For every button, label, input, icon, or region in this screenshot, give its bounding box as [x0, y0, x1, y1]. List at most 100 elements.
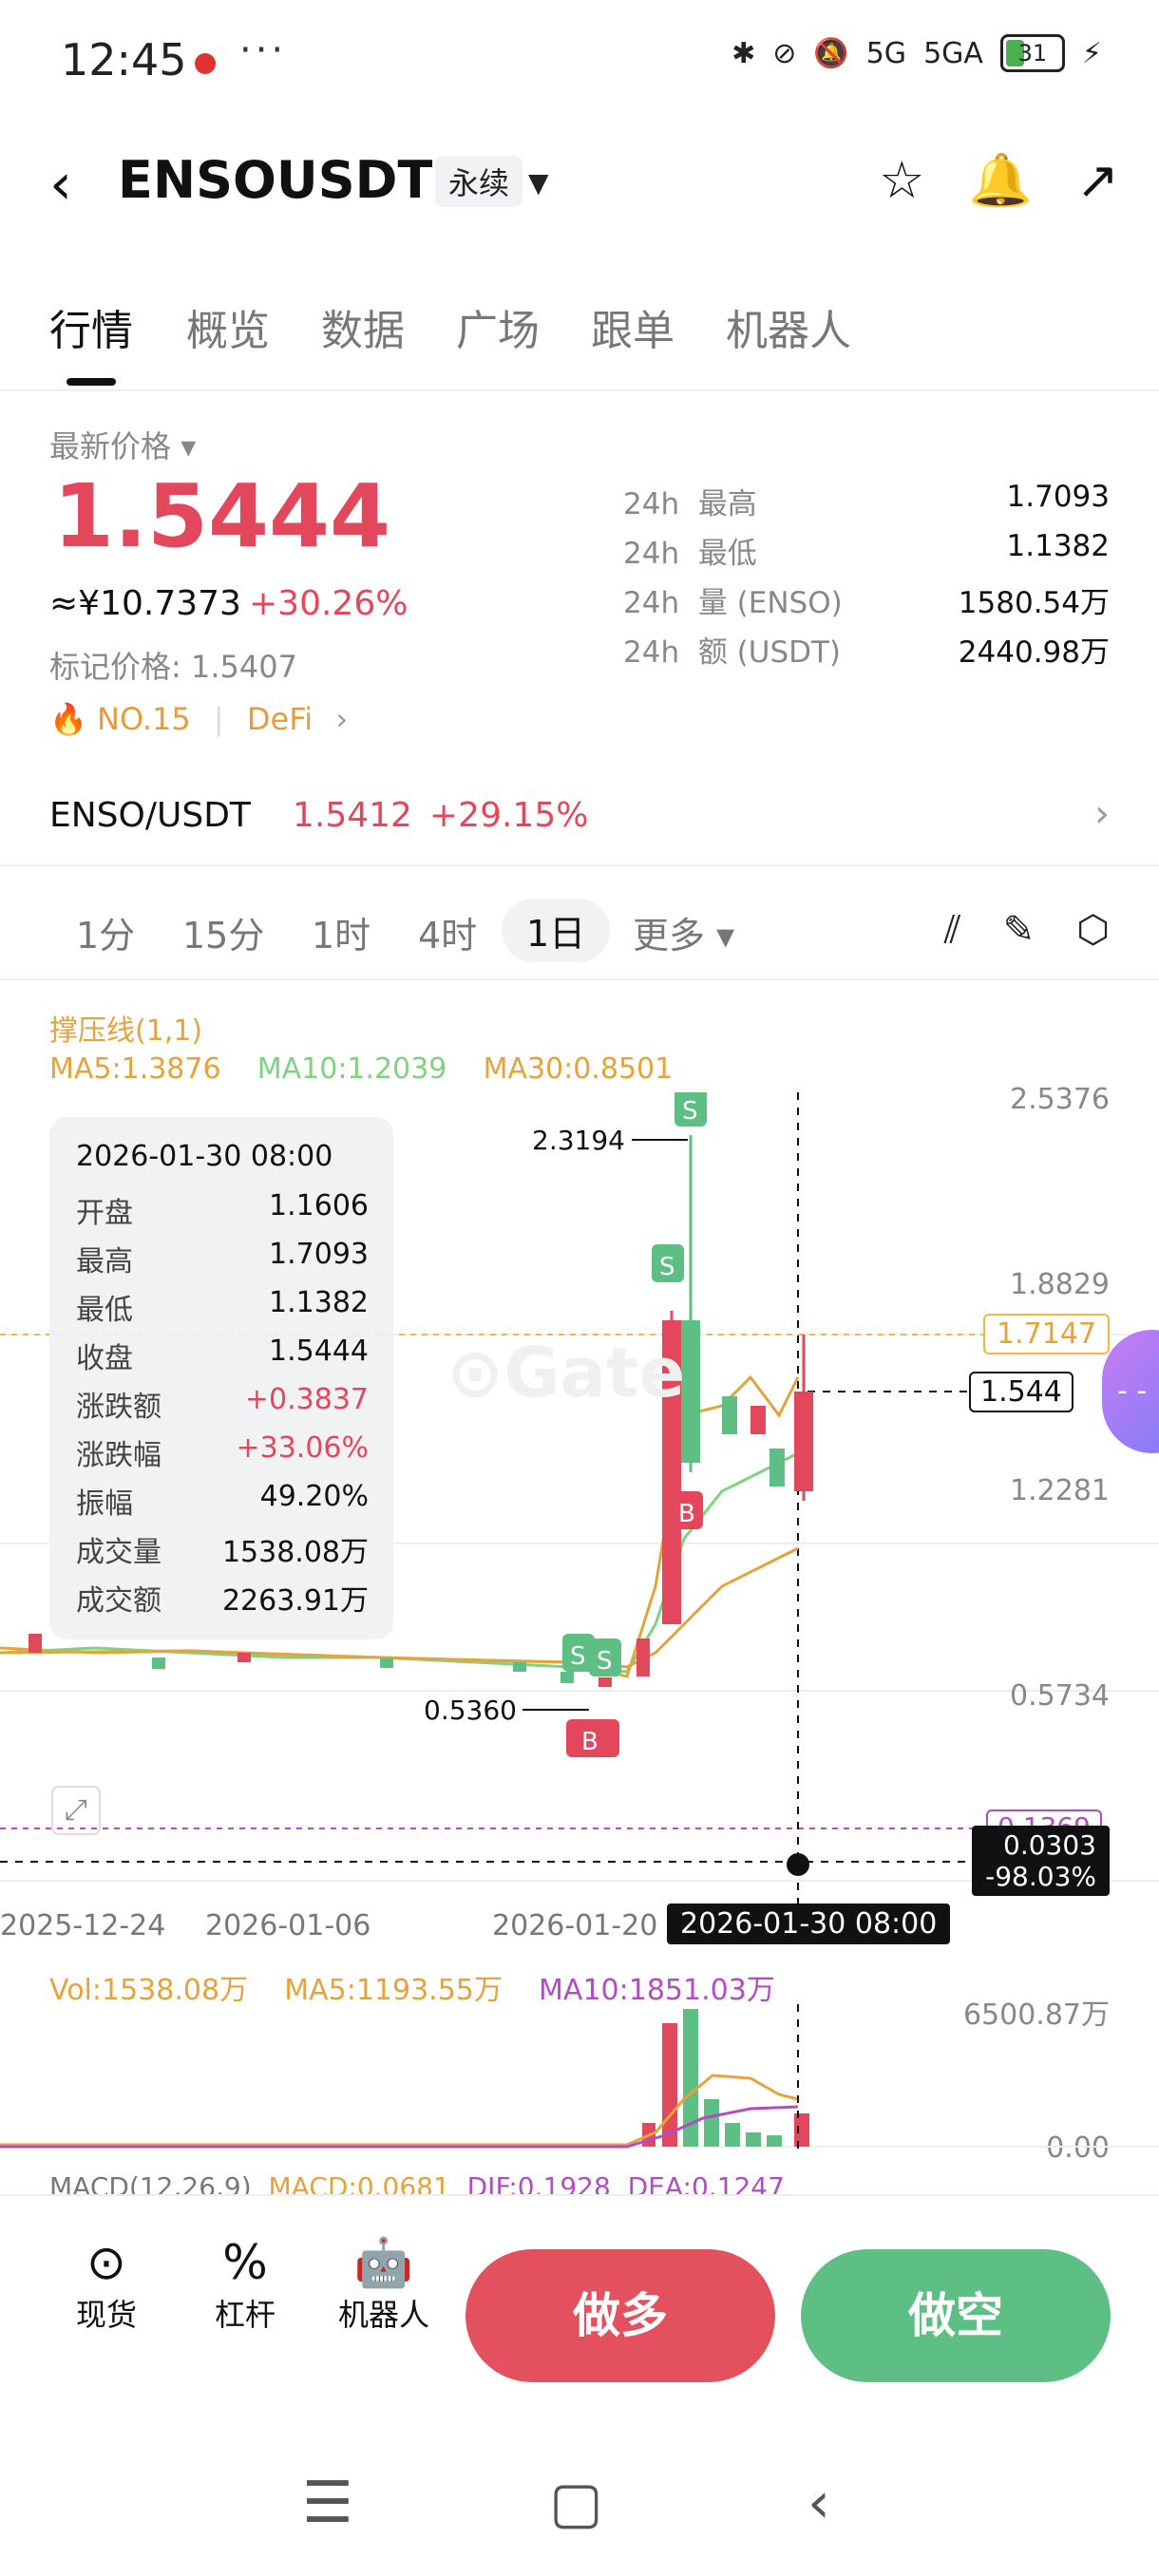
- back-nav-icon[interactable]: ‹: [808, 2470, 830, 2536]
- tab-copy-trading[interactable]: 跟单: [591, 296, 674, 357]
- interval-more[interactable]: 更多 ▾: [633, 906, 734, 958]
- share-icon[interactable]: ↗: [1076, 150, 1119, 211]
- candle: [598, 1677, 612, 1687]
- bluetooth-icon: ✱: [732, 36, 756, 70]
- volume-bar: [746, 2132, 761, 2147]
- candle: [722, 1396, 737, 1434]
- last-price: 1.5444: [53, 465, 391, 567]
- long-button[interactable]: 做多: [466, 2249, 775, 2382]
- volume-bar: [767, 2135, 782, 2147]
- spot-pair-row[interactable]: ENSO/USDT 1.5412 +29.15% ›: [0, 779, 1159, 866]
- y-tick: 0.5734: [1010, 1679, 1110, 1713]
- tab-bots[interactable]: 机器人: [726, 296, 851, 357]
- draw-icon[interactable]: ✎: [1003, 908, 1036, 952]
- volume-bar: [662, 2023, 677, 2147]
- link-icon: ⊘: [772, 36, 797, 70]
- tooltip-date: 2026-01-30 08:00: [76, 1140, 333, 1173]
- stat-low: 24h 最低 1.1382: [623, 529, 1110, 571]
- spot-button[interactable]: ⊙ 现货: [49, 2234, 163, 2335]
- signal-5ga: 5GA: [923, 36, 983, 70]
- robot-icon: 🤖: [353, 2235, 414, 2290]
- battery-icon: 31: [999, 34, 1065, 72]
- volume-chart: [0, 2004, 1159, 2156]
- tab-overview[interactable]: 概览: [186, 296, 270, 357]
- candle: [380, 1658, 393, 1668]
- svg-text:S: S: [659, 1253, 675, 1281]
- svg-text:B: B: [581, 1728, 598, 1756]
- price-change: +30.26%: [249, 584, 408, 623]
- chevron-right-icon: ›: [1094, 792, 1110, 836]
- candle: [770, 1449, 785, 1487]
- candle: [238, 1653, 251, 1662]
- tab-bar: 行情 概览 数据 广场 跟单 机器人: [0, 285, 1159, 391]
- chevron-right-icon: ›: [335, 701, 349, 737]
- header-actions: ☆ 🔔 ↗: [879, 150, 1119, 211]
- tab-data[interactable]: 数据: [321, 296, 405, 357]
- y-tick: 2.5376: [1010, 1083, 1110, 1116]
- svg-text:S: S: [597, 1647, 613, 1676]
- latest-price-label[interactable]: 最新价格 ▾: [49, 423, 196, 466]
- expand-icon[interactable]: ⤢: [51, 1786, 101, 1835]
- menu-icon[interactable]: ☰: [302, 2470, 353, 2536]
- resistance-label: 1.7147: [983, 1314, 1110, 1354]
- clock: 12:45: [61, 34, 187, 85]
- watermark: ⊙Gate: [446, 1333, 685, 1412]
- spot-price: 1.5412: [293, 796, 412, 835]
- svg-text:S: S: [570, 1642, 586, 1671]
- back-icon[interactable]: ‹: [49, 156, 72, 213]
- spot-icon: ⊙: [86, 2235, 126, 2290]
- contract-type-badge[interactable]: 永续: [435, 156, 523, 207]
- charging-icon: ⚡: [1081, 36, 1102, 70]
- svg-text:B: B: [678, 1500, 695, 1528]
- interval-1d[interactable]: 1日: [502, 899, 611, 962]
- status-icons: ✱ ⊘ 🔕 5G 5GA 31 ⚡: [732, 34, 1102, 72]
- settings-hex-icon[interactable]: ⬡: [1076, 908, 1110, 952]
- y-tick: 1.8829: [1010, 1268, 1110, 1301]
- support-resistance-legend: 撑压线(1,1): [49, 1014, 203, 1048]
- current-price-tag: 1.544: [969, 1372, 1074, 1412]
- rank-tag[interactable]: 🔥 NO.15 | DeFi ›: [49, 701, 348, 737]
- bot-button[interactable]: 🤖 机器人: [327, 2234, 441, 2335]
- tab-square[interactable]: 广场: [456, 296, 540, 357]
- fire-icon: 🔥: [49, 701, 87, 737]
- home-square-icon[interactable]: ▢: [549, 2470, 603, 2536]
- y-tick: 1.2281: [1010, 1474, 1110, 1507]
- mark-price: 标记价格: 1.5407: [49, 649, 297, 685]
- 24h-stats: 24h 最高 1.7093 24h 最低 1.1382 24h 量 (ENSO) 15…: [623, 480, 1110, 677]
- header: ‹ ENSOUSDT 永续 ▼ ☆ 🔔 ↗: [0, 133, 1159, 237]
- short-button[interactable]: 做空: [801, 2249, 1111, 2382]
- more-notifications-icon: ···: [239, 28, 288, 72]
- candle-tooltip: 2026-01-30 08:00 开盘 1.1606 最高 1.7093 最低 1.1…: [49, 1117, 393, 1639]
- signal-5g: 5G: [865, 36, 907, 70]
- crosshair-date: 2026-01-30 08:00: [667, 1904, 951, 1944]
- leverage-icon: %: [222, 2235, 268, 2290]
- volume-bar: [704, 2099, 719, 2147]
- indicator-icon[interactable]: ⫽: [944, 908, 961, 952]
- notification-icon: [195, 53, 216, 74]
- star-icon[interactable]: ☆: [879, 150, 924, 211]
- trade-bar: ⊙ 现货 % 杠杆 🤖 机器人 做多 做空: [0, 2194, 1159, 2386]
- x-axis: 2025-12-24 2026-01-06 2026-01-20 2026-01…: [0, 1904, 1159, 1957]
- candle: [152, 1657, 165, 1669]
- min-price-label: 0.5360: [424, 1695, 517, 1726]
- pair-title[interactable]: ENSOUSDT: [118, 150, 432, 210]
- candle: [750, 1406, 766, 1434]
- interval-1h[interactable]: 1时: [312, 906, 370, 958]
- interval-15m[interactable]: 15分: [182, 906, 264, 958]
- max-price-label: 2.3194: [532, 1125, 625, 1156]
- tab-market[interactable]: 行情: [49, 296, 133, 357]
- interval-1m[interactable]: 1分: [76, 906, 135, 958]
- chevron-down-icon[interactable]: ▼: [528, 167, 549, 199]
- interval-4h[interactable]: 4时: [418, 906, 477, 958]
- bell-icon[interactable]: 🔔: [969, 150, 1033, 211]
- leverage-button[interactable]: % 杠杆: [188, 2234, 302, 2335]
- svg-text:S: S: [682, 1097, 698, 1126]
- crosshair-price-tag: 0.0303 -98.03%: [972, 1826, 1110, 1896]
- macd-legend: MACD(12,26,9) MACD:0.0681 DIF:0.1928 DEA…: [49, 2171, 785, 2196]
- candle: [560, 1672, 574, 1683]
- sector-tag: DeFi: [246, 701, 314, 737]
- status-bar: 12:45 ··· ✱ ⊘ 🔕 5G 5GA 31 ⚡: [0, 0, 1159, 133]
- volume-bar: [725, 2123, 740, 2147]
- candle: [28, 1634, 42, 1653]
- spot-change: +29.15%: [429, 796, 589, 835]
